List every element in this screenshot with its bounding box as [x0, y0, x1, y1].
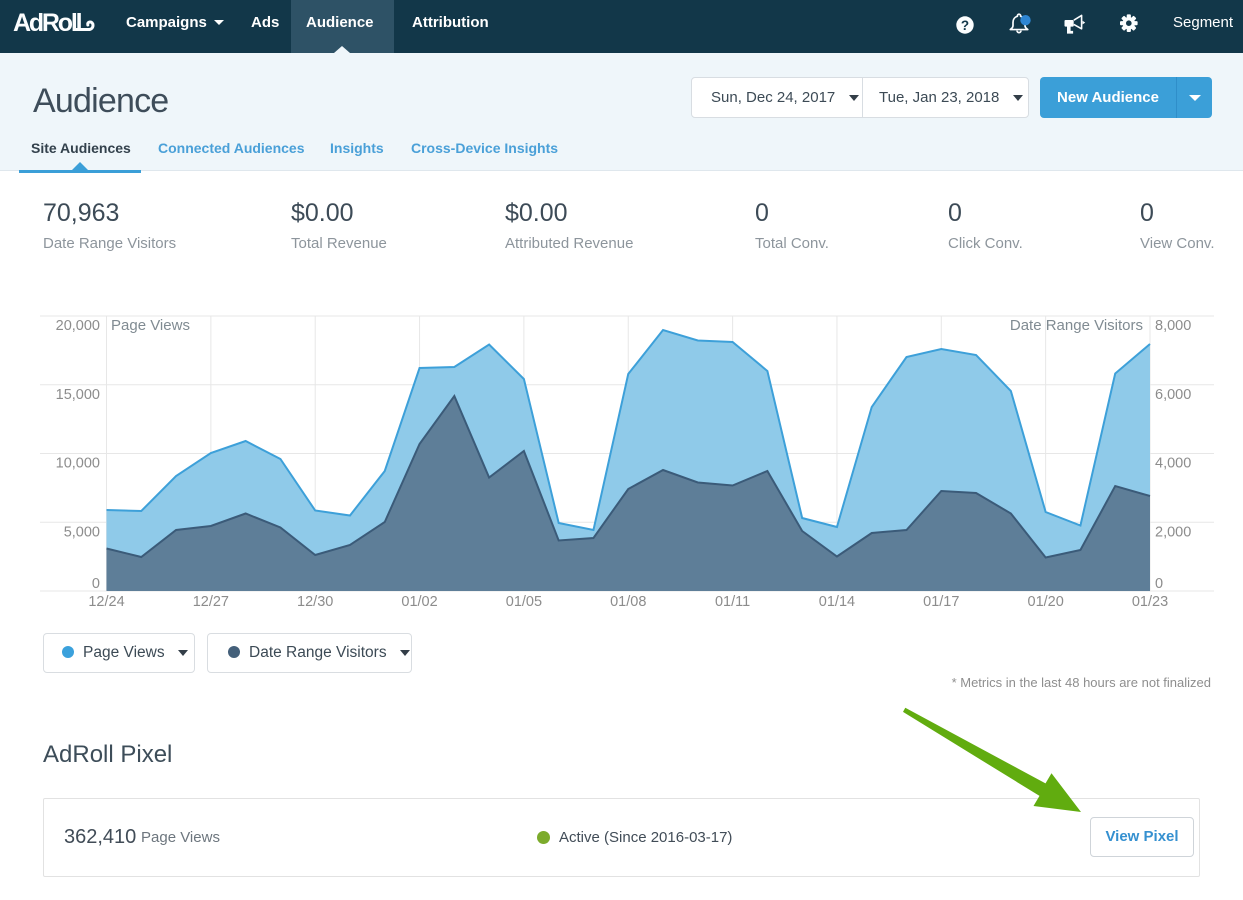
svg-text:01/02: 01/02: [401, 594, 437, 610]
svg-text:01/08: 01/08: [610, 594, 646, 610]
svg-text:12/27: 12/27: [193, 594, 229, 610]
svg-text:Date Range Visitors: Date Range Visitors: [1010, 317, 1143, 334]
svg-text:2,000: 2,000: [1155, 524, 1191, 540]
svg-text:01/17: 01/17: [923, 594, 959, 610]
svg-text:12/24: 12/24: [88, 594, 124, 610]
svg-text:8,000: 8,000: [1155, 318, 1191, 334]
svg-text:4,000: 4,000: [1155, 456, 1191, 472]
svg-text:01/20: 01/20: [1028, 594, 1064, 610]
svg-text:10,000: 10,000: [56, 456, 100, 472]
svg-text:15,000: 15,000: [56, 387, 100, 403]
svg-text:01/05: 01/05: [506, 594, 542, 610]
svg-text:0: 0: [92, 576, 100, 592]
svg-text:0: 0: [1155, 576, 1163, 592]
svg-text:?: ?: [961, 18, 969, 33]
svg-text:01/11: 01/11: [715, 594, 750, 610]
svg-text:12/30: 12/30: [297, 594, 333, 610]
svg-text:AdRoll: AdRoll: [13, 11, 82, 37]
svg-text:01/23: 01/23: [1132, 594, 1168, 610]
svg-text:Page Views: Page Views: [111, 317, 190, 334]
svg-text:01/14: 01/14: [819, 594, 855, 610]
svg-text:20,000: 20,000: [56, 318, 100, 334]
svg-text:6,000: 6,000: [1155, 387, 1191, 403]
svg-text:5,000: 5,000: [64, 524, 100, 540]
